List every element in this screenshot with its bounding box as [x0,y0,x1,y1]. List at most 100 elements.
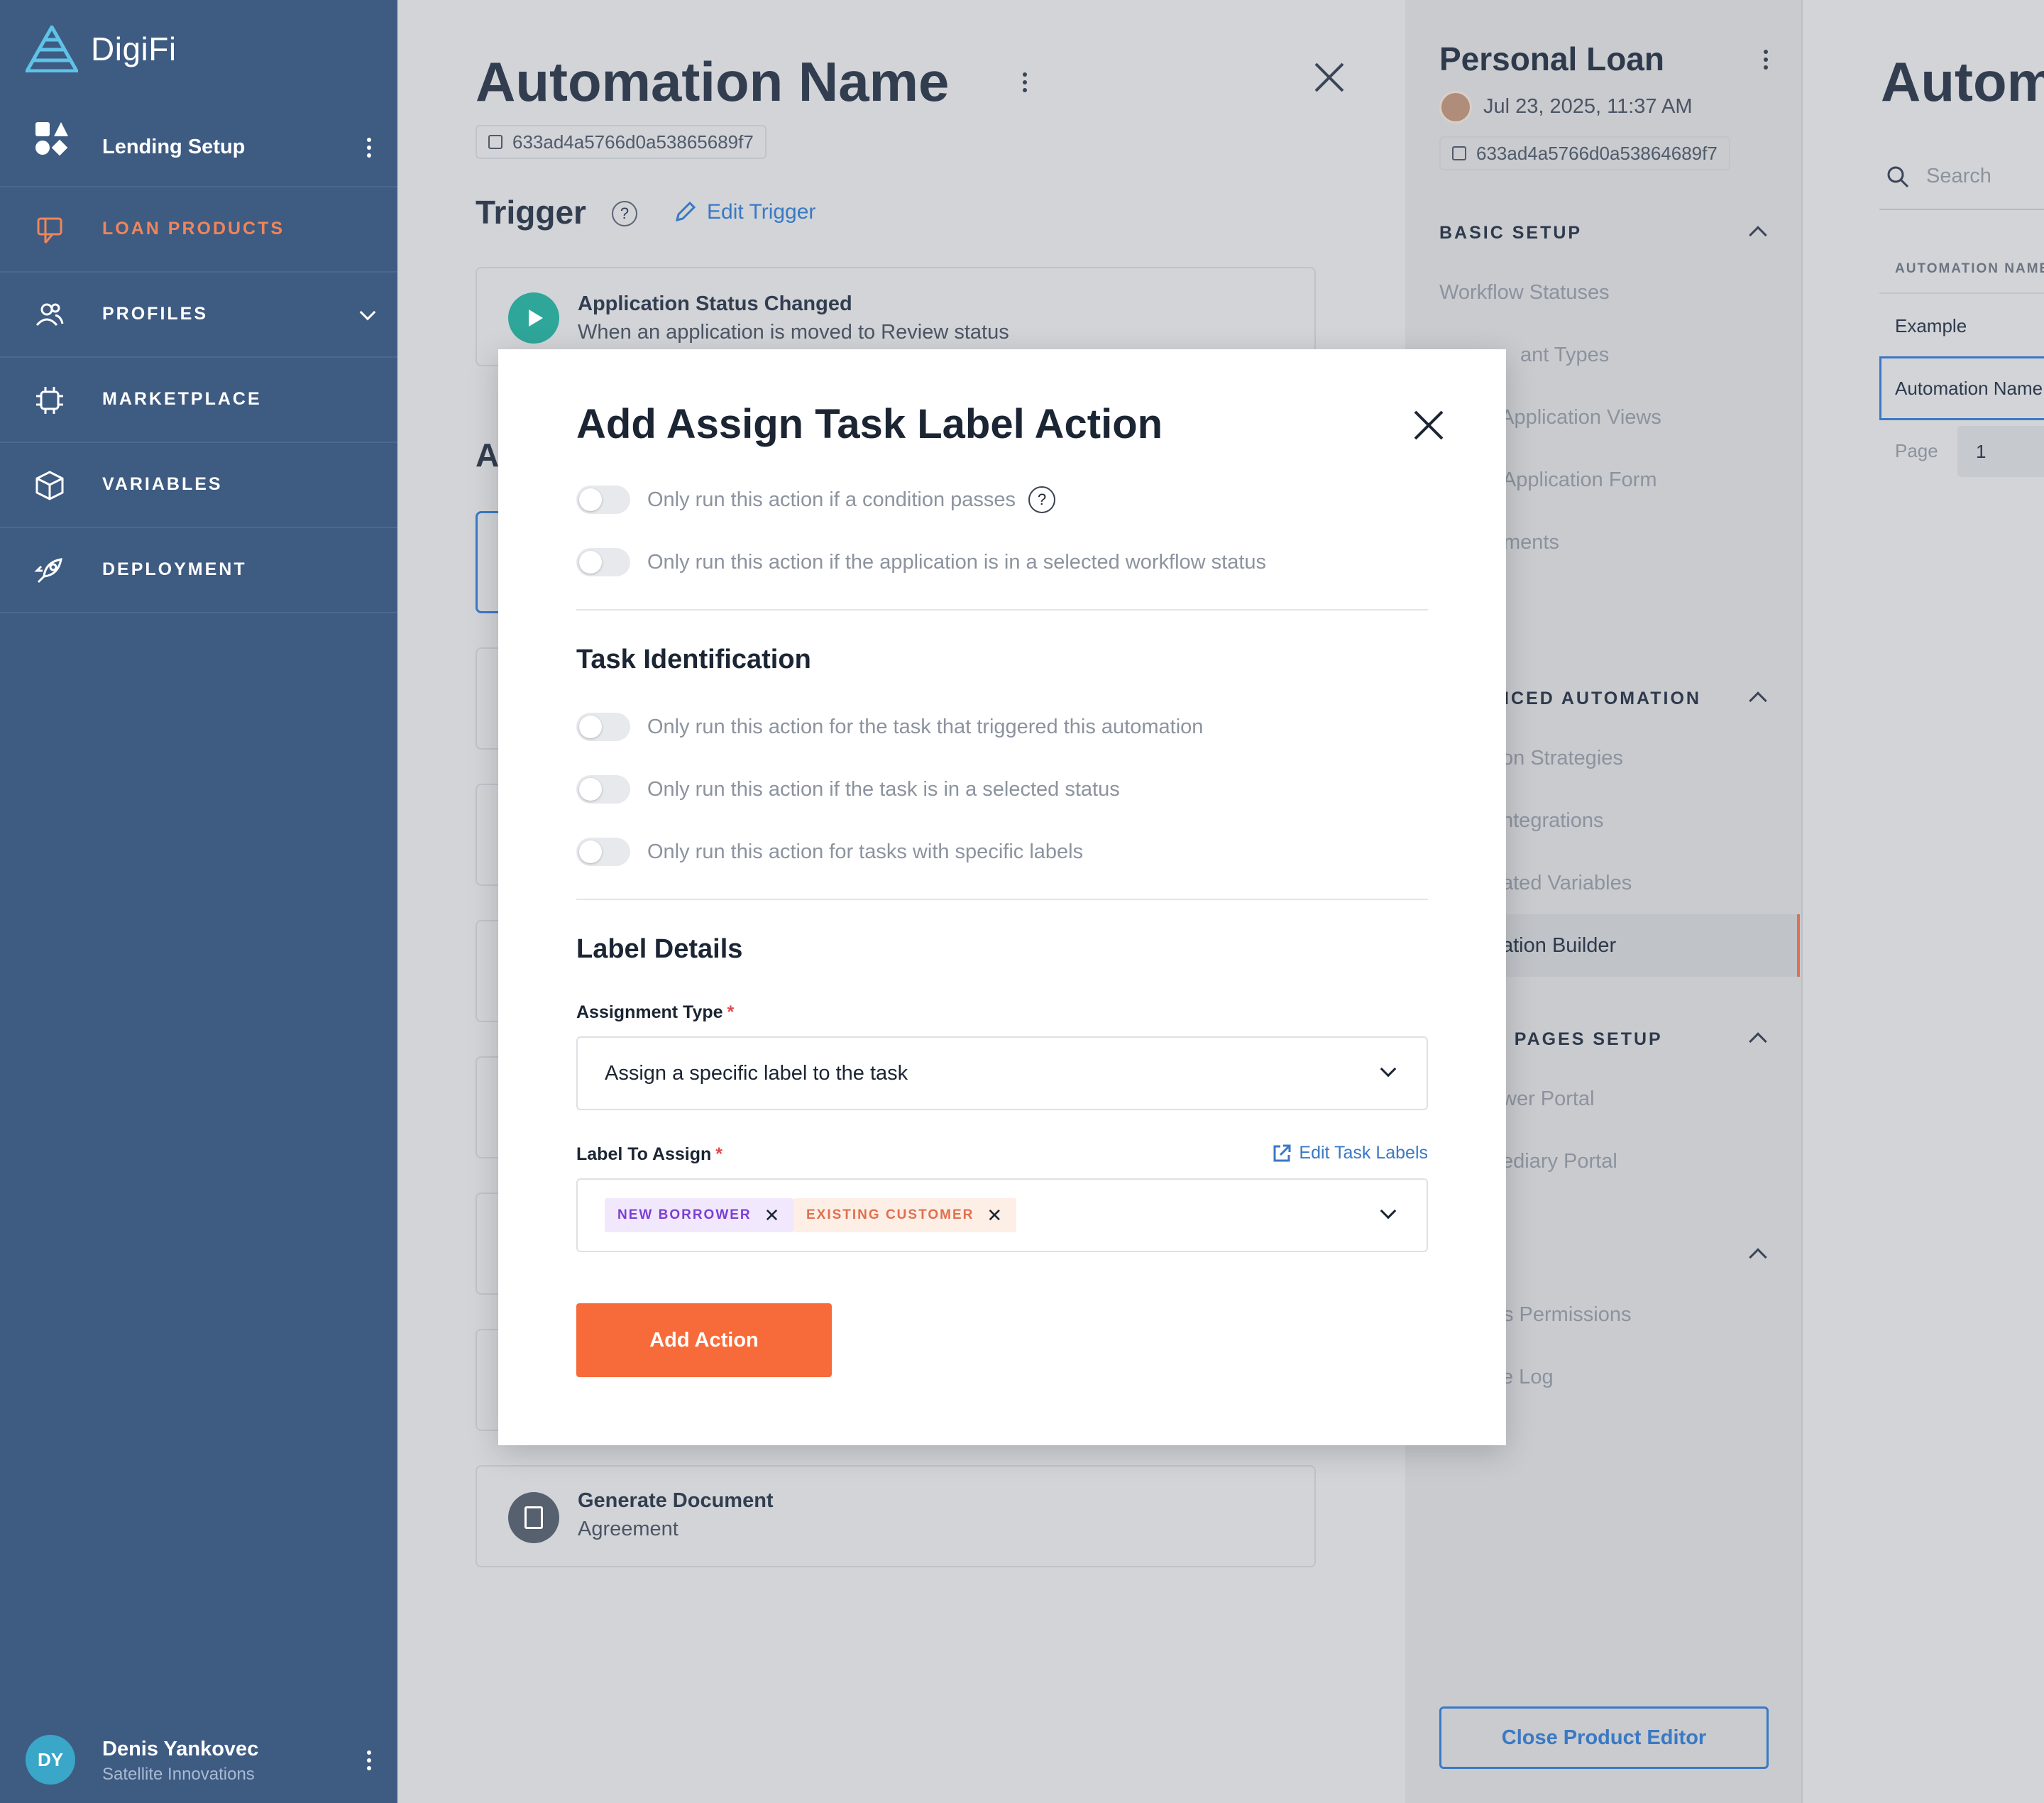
trigger-heading: Trigger [476,194,586,231]
user-profile[interactable]: DY Denis Yankovec Satellite Innovations [0,1718,397,1803]
toggle-label: Only run this action for the task that t… [647,715,1204,738]
nav-borrower-portal[interactable]: wer Portal [1502,1087,1595,1111]
product-id: 633ad4a5766d0a53864689f7 [1476,142,1718,164]
product-menu-icon[interactable] [1752,45,1780,74]
task-labels-toggle[interactable] [576,838,630,866]
automations-list-pane: Autom Search AUTOMATION NAME Example Aut… [1803,0,2044,1803]
document-icon [508,1492,559,1543]
org-switcher[interactable]: Lending Setup [0,108,397,187]
product-date: Jul 23, 2025, 11:37 AM [1483,95,1693,118]
card-title: Generate Document [578,1489,774,1512]
edit-task-labels-link[interactable]: Edit Task Labels [1272,1143,1428,1163]
user-menu-icon[interactable] [355,1746,383,1775]
chevron-up-icon[interactable] [1749,691,1767,710]
user-org: Satellite Innovations [102,1765,255,1784]
nav-loan-products[interactable]: LOAN PRODUCTS [0,187,397,273]
section-external-pages[interactable]: L PAGES SETUP [1495,1029,1663,1050]
rocket-icon [34,558,62,583]
task-status-toggle[interactable] [576,775,630,804]
chevron-down-icon [1380,1061,1397,1078]
divider [576,899,1428,900]
search-underline [1879,209,2044,210]
nav-applicant-types[interactable]: ant Types [1520,344,1609,367]
chevron-up-icon[interactable] [1749,226,1767,244]
page-label: Page [1895,440,1938,461]
table-row[interactable]: Automation Name [1895,378,2043,400]
help-icon[interactable]: ? [1028,486,1056,513]
modal-title: Add Assign Task Label Action [576,401,1163,447]
remove-tag-icon[interactable]: ✕ [987,1205,1004,1227]
nav-intermediary-portal[interactable]: ediary Portal [1502,1150,1617,1173]
add-action-button[interactable]: Add Action [576,1303,832,1377]
actions-heading: A [476,437,500,473]
nav-automation-builder[interactable]: ation Builder [1502,934,1616,958]
assignment-type-value: Assign a specific label to the task [605,1062,908,1085]
close-product-editor-button[interactable]: Close Product Editor [1439,1706,1769,1769]
apps-icon [35,122,68,156]
nav-label: MARKETPLACE [102,389,262,409]
play-icon [508,292,559,344]
nav-label: VARIABLES [102,474,223,494]
automation-menu-icon[interactable] [1011,68,1039,97]
toggle-condition-row: Only run this action if a condition pass… [576,486,1056,514]
nav-label: DEPLOYMENT [102,559,247,579]
nav-marketplace[interactable]: MARKETPLACE [0,358,397,443]
nav-workflow-statuses[interactable]: Workflow Statuses [1439,281,1610,305]
product-id-chip[interactable]: 633ad4a5766d0a53864689f7 [1439,136,1730,170]
generate-document-card[interactable]: Generate Document Agreement [476,1465,1316,1567]
trigger-card-title: Application Status Changed [578,292,852,315]
nav-application-form[interactable]: l Application Form [1493,468,1657,492]
condition-toggle[interactable] [576,486,630,514]
divider [576,609,1428,610]
row-divider [1879,292,2044,294]
page-input[interactable]: 1 [1957,426,2044,477]
org-menu-icon[interactable] [355,133,383,162]
assignment-type-label: Assignment Type * [576,1002,734,1023]
chevron-up-icon[interactable] [1749,1032,1767,1051]
nav-profiles[interactable]: PROFILES [0,273,397,358]
tag-new-borrower: NEW BORROWER ✕ [605,1198,794,1232]
close-icon[interactable] [1313,61,1346,94]
toggle-label: Only run this action if a condition pass… [647,488,1016,511]
task-identification-heading: Task Identification [576,645,811,674]
org-label: Lending Setup [102,135,246,158]
nav-documents[interactable]: ments [1503,531,1559,554]
close-icon[interactable] [1412,409,1445,442]
remove-tag-icon[interactable]: ✕ [764,1205,781,1227]
profiles-icon [35,303,64,327]
automation-id-chip[interactable]: 633ad4a5766d0a53865689f7 [476,125,766,159]
toggle-label: Only run this action if the application … [647,550,1267,574]
nav-calculated-variables[interactable]: ated Variables [1502,872,1632,895]
logo[interactable]: DigiFi [26,26,177,72]
nav-permissions[interactable]: s Permissions [1503,1303,1632,1327]
help-icon[interactable]: ? [612,201,637,226]
nav-application-views[interactable]: r Application Views [1489,406,1661,429]
triggered-task-toggle[interactable] [576,713,630,741]
nav-integrations[interactable]: ntegrations [1502,809,1604,833]
edit-trigger-link[interactable]: Edit Trigger [673,200,815,224]
nav-decision-strategies[interactable]: on Strategies [1502,747,1623,770]
label-multiselect[interactable]: NEW BORROWER ✕ EXISTING CUSTOMER ✕ [576,1178,1428,1252]
assignment-type-select[interactable]: Assign a specific label to the task [576,1036,1428,1110]
table-row[interactable]: Example [1895,315,1967,337]
chevron-down-icon[interactable] [359,304,376,321]
loan-products-icon [37,217,62,243]
toggle-triggered-task-row: Only run this action for the task that t… [576,713,1203,741]
nav-change-log[interactable]: e Log [1502,1366,1554,1389]
tag-label: EXISTING CUSTOMER [806,1207,974,1222]
assignment-type-label-text: Assignment Type [576,1002,723,1022]
toggle-workflow-status-row: Only run this action if the application … [576,548,1266,576]
required-mark: * [715,1144,723,1164]
nav-variables[interactable]: VARIABLES [0,443,397,528]
workflow-status-toggle[interactable] [576,548,630,576]
search-input[interactable]: Search [1886,165,1991,188]
label-to-assign-label: Label To Assign * [576,1144,722,1165]
section-advanced-automation[interactable]: NCED AUTOMATION [1496,689,1701,709]
nav-deployment[interactable]: DEPLOYMENT [0,528,397,613]
toggle-label: Only run this action if the task is in a… [647,777,1120,801]
column-header-name[interactable]: AUTOMATION NAME [1895,261,2044,277]
chevron-up-icon[interactable] [1749,1248,1767,1266]
chevron-down-icon [1380,1202,1397,1220]
search-icon [1887,166,1909,187]
section-basic-setup[interactable]: BASIC SETUP [1439,223,1582,243]
